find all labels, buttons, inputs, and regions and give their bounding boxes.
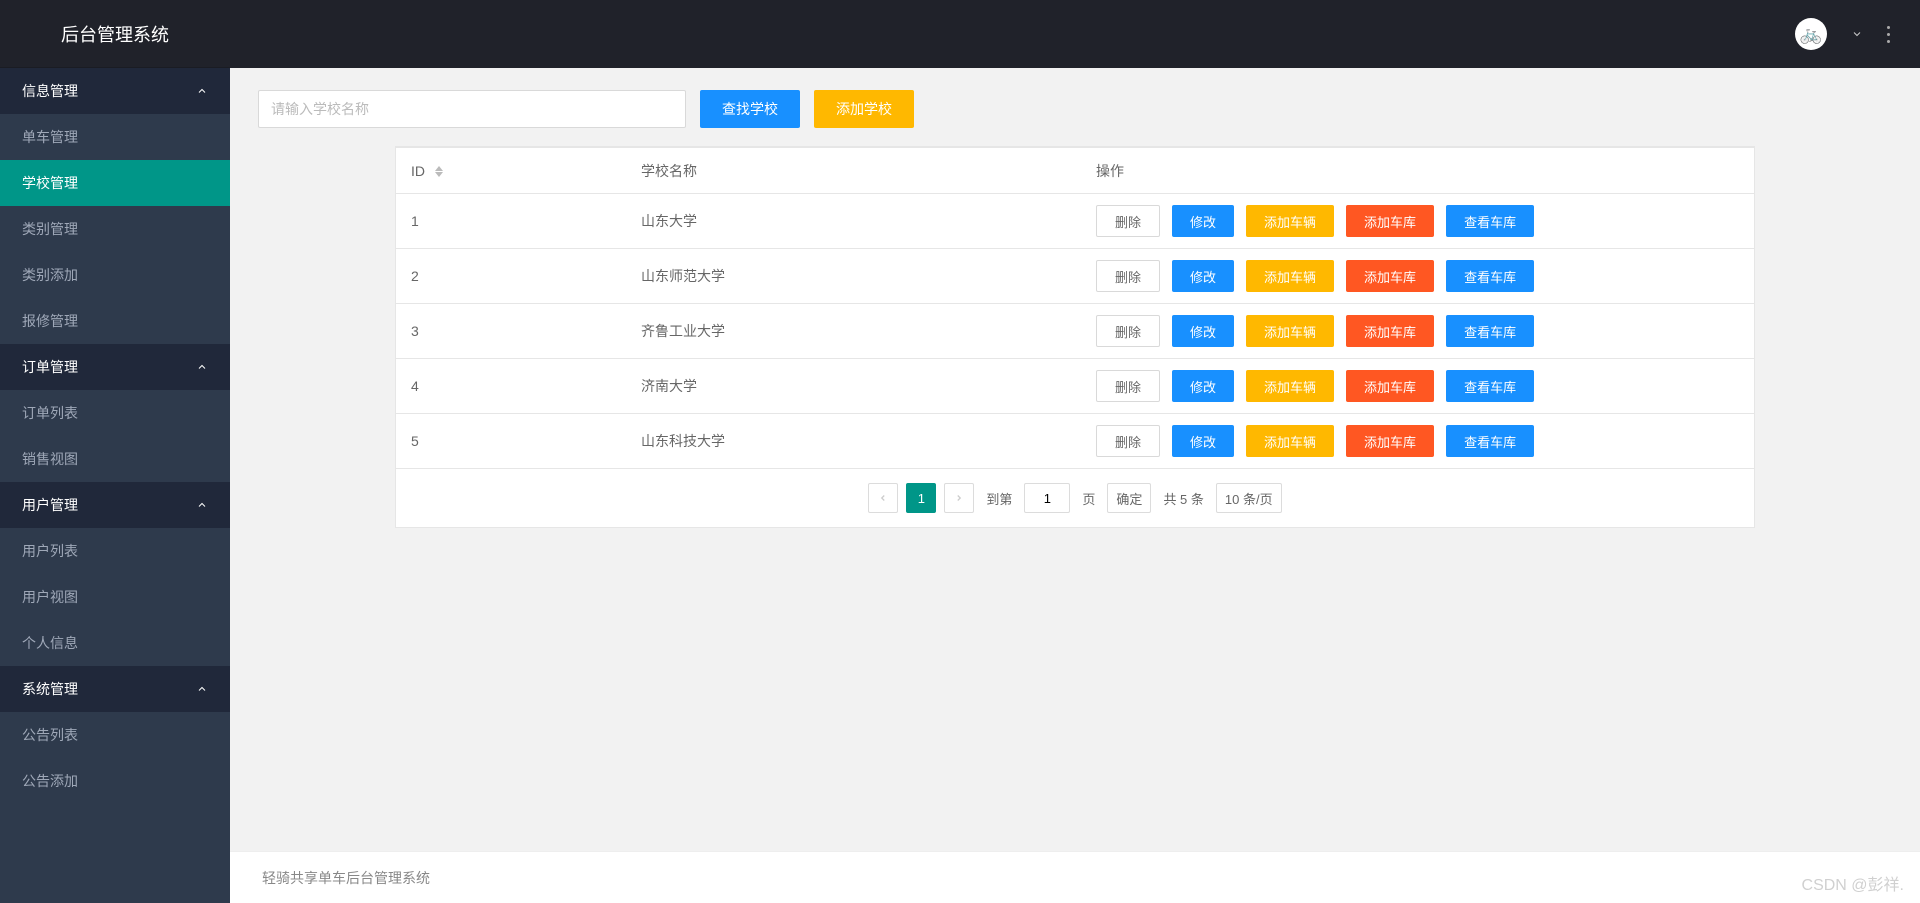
delete-button[interactable]: 删除 xyxy=(1096,315,1160,347)
more-menu-icon[interactable] xyxy=(1887,26,1890,43)
add-vehicle-button[interactable]: 添加车辆 xyxy=(1246,370,1334,402)
page-next-button[interactable] xyxy=(944,483,974,513)
search-button[interactable]: 查找学校 xyxy=(700,90,800,128)
edit-button[interactable]: 修改 xyxy=(1172,315,1234,347)
col-header-id-label: ID xyxy=(411,163,425,179)
add-vehicle-button[interactable]: 添加车辆 xyxy=(1246,260,1334,292)
menu-item[interactable]: 学校管理 xyxy=(0,160,230,206)
sidebar: 后台管理系统 信息管理单车管理学校管理类别管理类别添加报修管理订单管理订单列表销… xyxy=(0,0,230,903)
chevron-up-icon xyxy=(196,361,208,373)
data-card: ID 学校名称 操作 1山东大学删除修改添加车辆添加车库查看车库2山东师范大学删… xyxy=(395,146,1755,528)
menu-group-label: 系统管理 xyxy=(22,679,78,699)
goto-suffix-label: 页 xyxy=(1078,489,1099,508)
page-prev-button[interactable] xyxy=(868,483,898,513)
cell-ops: 删除修改添加车辆添加车库查看车库 xyxy=(1081,414,1754,469)
edit-button[interactable]: 修改 xyxy=(1172,205,1234,237)
menu-group-label: 用户管理 xyxy=(22,495,78,515)
delete-button[interactable]: 删除 xyxy=(1096,425,1160,457)
table-row: 2山东师范大学删除修改添加车辆添加车库查看车库 xyxy=(396,249,1754,304)
chevron-up-icon xyxy=(196,85,208,97)
cell-school-name: 山东科技大学 xyxy=(626,414,1081,469)
pagination: 1 到第 页 确定 共 5 条 10 条/页 xyxy=(396,469,1754,527)
goto-page-input[interactable] xyxy=(1024,483,1070,513)
col-header-ops: 操作 xyxy=(1081,148,1754,194)
menu-item[interactable]: 公告列表 xyxy=(0,712,230,758)
cell-ops: 删除修改添加车辆添加车库查看车库 xyxy=(1081,194,1754,249)
menu-item[interactable]: 类别管理 xyxy=(0,206,230,252)
menu-item[interactable]: 用户视图 xyxy=(0,574,230,620)
add-vehicle-button[interactable]: 添加车辆 xyxy=(1246,425,1334,457)
view-garage-button[interactable]: 查看车库 xyxy=(1446,315,1534,347)
delete-button[interactable]: 删除 xyxy=(1096,260,1160,292)
add-school-button[interactable]: 添加学校 xyxy=(814,90,914,128)
goto-prefix-label: 到第 xyxy=(982,489,1016,508)
menu-item[interactable]: 个人信息 xyxy=(0,620,230,666)
add-garage-button[interactable]: 添加车库 xyxy=(1346,260,1434,292)
cell-school-name: 齐鲁工业大学 xyxy=(626,304,1081,359)
footer: 轻骑共享单车后台管理系统 xyxy=(230,851,1920,903)
app-title: 后台管理系统 xyxy=(0,0,230,68)
sidebar-menu: 信息管理单车管理学校管理类别管理类别添加报修管理订单管理订单列表销售视图用户管理… xyxy=(0,68,230,804)
menu-item[interactable]: 单车管理 xyxy=(0,114,230,160)
total-count-label: 共 5 条 xyxy=(1159,489,1207,508)
school-table: ID 学校名称 操作 1山东大学删除修改添加车辆添加车库查看车库2山东师范大学删… xyxy=(396,147,1754,469)
edit-button[interactable]: 修改 xyxy=(1172,370,1234,402)
cell-school-name: 济南大学 xyxy=(626,359,1081,414)
page-size-select[interactable]: 10 条/页 xyxy=(1216,483,1282,513)
cell-ops: 删除修改添加车辆添加车库查看车库 xyxy=(1081,249,1754,304)
view-garage-button[interactable]: 查看车库 xyxy=(1446,205,1534,237)
chevron-up-icon xyxy=(196,499,208,511)
menu-item[interactable]: 订单列表 xyxy=(0,390,230,436)
footer-text: 轻骑共享单车后台管理系统 xyxy=(262,868,430,888)
menu-item[interactable]: 公告添加 xyxy=(0,758,230,804)
goto-confirm-button[interactable]: 确定 xyxy=(1107,483,1151,513)
view-garage-button[interactable]: 查看车库 xyxy=(1446,260,1534,292)
delete-button[interactable]: 删除 xyxy=(1096,370,1160,402)
menu-item[interactable]: 用户列表 xyxy=(0,528,230,574)
cell-ops: 删除修改添加车辆添加车库查看车库 xyxy=(1081,304,1754,359)
add-garage-button[interactable]: 添加车库 xyxy=(1346,370,1434,402)
cell-school-name: 山东大学 xyxy=(626,194,1081,249)
col-header-id[interactable]: ID xyxy=(396,148,626,194)
menu-group-header[interactable]: 系统管理 xyxy=(0,666,230,712)
toolbar: 查找学校 添加学校 xyxy=(258,90,1920,128)
cell-id: 4 xyxy=(396,359,626,414)
add-garage-button[interactable]: 添加车库 xyxy=(1346,315,1434,347)
delete-button[interactable]: 删除 xyxy=(1096,205,1160,237)
edit-button[interactable]: 修改 xyxy=(1172,425,1234,457)
chevron-up-icon xyxy=(196,683,208,695)
cell-id: 1 xyxy=(396,194,626,249)
avatar[interactable]: 🚲 xyxy=(1795,18,1827,50)
add-vehicle-button[interactable]: 添加车辆 xyxy=(1246,205,1334,237)
col-header-name: 学校名称 xyxy=(626,148,1081,194)
menu-item[interactable]: 销售视图 xyxy=(0,436,230,482)
menu-group-header[interactable]: 订单管理 xyxy=(0,344,230,390)
menu-group-label: 信息管理 xyxy=(22,81,78,101)
user-dropdown-icon[interactable] xyxy=(1851,28,1863,40)
cell-id: 3 xyxy=(396,304,626,359)
edit-button[interactable]: 修改 xyxy=(1172,260,1234,292)
table-row: 4济南大学删除修改添加车辆添加车库查看车库 xyxy=(396,359,1754,414)
view-garage-button[interactable]: 查看车库 xyxy=(1446,370,1534,402)
cell-id: 2 xyxy=(396,249,626,304)
menu-item[interactable]: 类别添加 xyxy=(0,252,230,298)
add-garage-button[interactable]: 添加车库 xyxy=(1346,425,1434,457)
topbar: 🚲 xyxy=(230,0,1920,68)
table-row: 5山东科技大学删除修改添加车辆添加车库查看车库 xyxy=(396,414,1754,469)
cell-ops: 删除修改添加车辆添加车库查看车库 xyxy=(1081,359,1754,414)
view-garage-button[interactable]: 查看车库 xyxy=(1446,425,1534,457)
sort-icon[interactable] xyxy=(435,166,443,177)
menu-item[interactable]: 报修管理 xyxy=(0,298,230,344)
menu-group-label: 订单管理 xyxy=(22,357,78,377)
menu-group-header[interactable]: 用户管理 xyxy=(0,482,230,528)
table-row: 1山东大学删除修改添加车辆添加车库查看车库 xyxy=(396,194,1754,249)
cell-school-name: 山东师范大学 xyxy=(626,249,1081,304)
cell-id: 5 xyxy=(396,414,626,469)
menu-group-header[interactable]: 信息管理 xyxy=(0,68,230,114)
search-input[interactable] xyxy=(258,90,686,128)
page-number-current[interactable]: 1 xyxy=(906,483,936,513)
add-vehicle-button[interactable]: 添加车辆 xyxy=(1246,315,1334,347)
add-garage-button[interactable]: 添加车库 xyxy=(1346,205,1434,237)
table-row: 3齐鲁工业大学删除修改添加车辆添加车库查看车库 xyxy=(396,304,1754,359)
